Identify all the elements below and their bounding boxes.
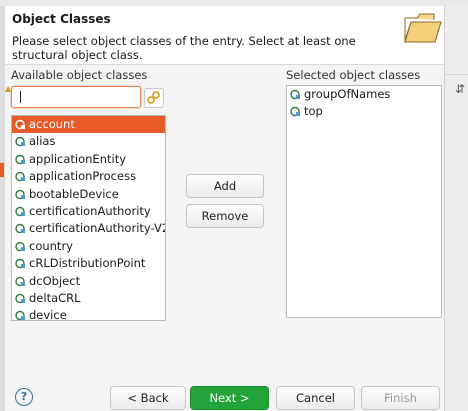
object-class-icon [15, 154, 25, 164]
background-divider [445, 74, 468, 75]
list-item[interactable]: certificationAuthority [12, 203, 165, 220]
object-class-icon [15, 171, 25, 182]
list-item[interactable]: groupOfNames [287, 86, 441, 103]
object-classes-dialog: Object Classes Please select object clas… [5, 6, 444, 411]
back-button[interactable]: < Back [110, 386, 186, 410]
object-class-icon [15, 206, 25, 217]
clear-filter-button[interactable] [144, 88, 164, 108]
clear-filter-icon [147, 91, 160, 104]
list-item-label: certificationAuthority [29, 203, 151, 218]
list-item-label: applicationEntity [29, 151, 127, 166]
page-description: Please select object classes of the entr… [12, 34, 356, 62]
selected-classes-label: Selected object classes [286, 68, 421, 82]
list-item-label: groupOfNames [304, 87, 391, 101]
list-item-label: device [29, 308, 67, 321]
list-item-label: bootableDevice [29, 186, 119, 201]
object-class-icon [15, 276, 25, 286]
list-item-label: cRLDistributionPoint [29, 256, 146, 271]
help-icon[interactable]: ? [15, 388, 33, 406]
list-item[interactable]: country [12, 238, 165, 255]
add-button[interactable]: Add [186, 174, 264, 198]
list-item-label: dcObject [29, 273, 81, 288]
background-selection-marker [0, 163, 4, 177]
filter-input[interactable] [11, 86, 141, 108]
list-item-label: certificationAuthority-V2 [29, 221, 166, 236]
list-item[interactable]: deltaCRL [12, 290, 165, 307]
background-toolbar-icon: ⇵ [455, 82, 466, 96]
object-class-icon [15, 293, 25, 304]
list-item[interactable]: top [287, 103, 441, 120]
object-class-icon [15, 258, 25, 269]
list-item[interactable]: dcObject [12, 273, 165, 290]
object-class-icon [15, 224, 25, 234]
list-item[interactable]: certificationAuthority-V2 [12, 220, 165, 237]
list-item[interactable]: bootableDevice [12, 186, 165, 203]
object-class-icon [15, 311, 25, 320]
available-classes-label: Available object classes [11, 68, 148, 82]
text-cursor [20, 91, 21, 103]
list-item[interactable]: alias [12, 133, 165, 150]
list-item[interactable]: account [12, 116, 165, 134]
list-item[interactable]: cRLDistributionPoint [12, 255, 165, 272]
selected-classes-list[interactable]: groupOfNames top [286, 85, 442, 318]
object-class-icon [15, 119, 25, 130]
list-item-label: alias [29, 134, 56, 149]
list-item[interactable]: applicationProcess [12, 168, 165, 185]
next-button[interactable]: Next > [190, 386, 269, 410]
list-item-label: country [29, 238, 73, 253]
list-item[interactable]: applicationEntity [12, 151, 165, 168]
list-item[interactable]: device [12, 307, 165, 321]
page-title: Object Classes [12, 12, 111, 26]
list-item-label: deltaCRL [29, 290, 81, 305]
wizard-banner: Object Classes Please select object clas… [5, 6, 444, 65]
background-window-right-panel [444, 6, 468, 411]
object-class-icon [290, 89, 300, 100]
object-class-icon [290, 107, 300, 117]
object-class-icon [15, 189, 25, 199]
object-class-icon [15, 241, 25, 251]
remove-button[interactable]: Remove [186, 204, 264, 228]
list-item-label: applicationProcess [29, 169, 137, 184]
object-class-icon [15, 137, 25, 147]
list-item-label: top [304, 104, 323, 119]
folder-icon [404, 13, 442, 43]
cancel-button[interactable]: Cancel [276, 386, 355, 410]
finish-button[interactable]: Finish [361, 386, 440, 410]
list-item-label: account [29, 117, 75, 131]
available-classes-list[interactable]: account alias applicationEntity applicat… [11, 115, 166, 321]
